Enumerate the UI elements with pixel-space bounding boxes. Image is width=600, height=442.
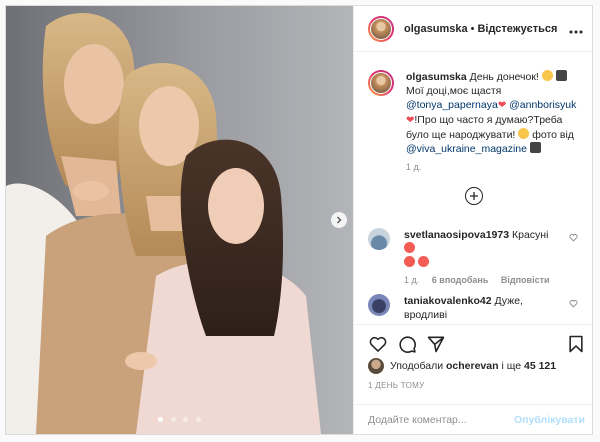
author-avatar[interactable] (368, 15, 394, 42)
author-username[interactable]: olgasumska (404, 23, 468, 35)
save-button[interactable] (566, 334, 586, 359)
caption-text: olgasumska День донечок! Мої доці,моє ща… (406, 70, 580, 156)
plus-circle-icon (470, 192, 478, 200)
caption-username[interactable]: olgasumska (406, 71, 467, 83)
comment-item: taniakovalenko42 Дуже, вродливі (368, 294, 580, 322)
heart-eyes-emoji-icon (404, 242, 415, 253)
post-caption: olgasumska День донечок! Мої доці,моє ща… (368, 70, 580, 172)
red-heart-icon: ❤ (497, 100, 507, 111)
comment-meta: 1 д. 6 вподобань Відповісти (404, 275, 580, 285)
comment-icon (399, 336, 416, 353)
post-timestamp: 1 ДЕНЬ ТОМУ (368, 381, 425, 390)
liker-username[interactable]: ocherevan (446, 360, 499, 372)
carousel-dot (170, 417, 176, 422)
camera-emoji-icon (529, 142, 541, 153)
like-button[interactable] (368, 334, 388, 359)
post-side-panel: olgasumska • Відстежується olgasumska Де… (353, 6, 592, 434)
heart-outline-icon (569, 234, 578, 242)
carousel-dot (183, 417, 189, 422)
mention-link[interactable]: @tonya_papernaya (406, 99, 498, 111)
chevron-right-icon (337, 216, 342, 224)
heart-eyes-emoji-icon (404, 256, 415, 267)
load-more-comments-button[interactable] (465, 187, 483, 205)
heart-icon (369, 336, 387, 352)
comment-likes-count[interactable]: 6 вподобань (432, 275, 489, 285)
commenter-avatar[interactable] (368, 294, 390, 316)
share-button[interactable] (426, 334, 446, 359)
carousel-indicator (6, 409, 353, 427)
more-options-button[interactable] (569, 22, 583, 36)
comment-like-button[interactable] (569, 299, 578, 311)
likes-prefix: Уподобали (390, 360, 444, 372)
header-separator: • (470, 22, 475, 35)
woman-emoji-icon (555, 70, 567, 81)
caption-author-avatar[interactable] (368, 70, 394, 96)
liker-avatar[interactable] (368, 358, 384, 374)
heart-outline-icon (569, 300, 578, 308)
add-comment-bar: Опублікувати (354, 404, 592, 434)
mention-link[interactable]: @annborisyuk (509, 99, 576, 111)
commenter-avatar[interactable] (368, 228, 390, 250)
publish-button[interactable]: Опублікувати (514, 414, 585, 426)
cat-emoji-icon (518, 128, 530, 139)
comment-body: taniakovalenko42 Дуже, вродливі (404, 294, 580, 322)
comment-like-button[interactable] (569, 233, 578, 245)
share-icon (427, 336, 445, 353)
caption-line-4: фото від (532, 129, 574, 141)
carousel-dot (158, 417, 164, 422)
caption-line-2: Мої доці,моє щастя (406, 85, 502, 97)
caption-time: 1 д. (406, 162, 422, 172)
commenter-username[interactable]: taniakovalenko42 (404, 295, 492, 307)
bookmark-icon (569, 335, 583, 353)
comment-body: svetlanaosipova1973 Красуні (404, 228, 580, 270)
mention-link[interactable]: @viva_ukraine_magazine (406, 143, 527, 155)
comment-item: svetlanaosipova1973 Красуні 1 д. 6 вподо… (368, 228, 580, 285)
follow-button[interactable]: Відстежується (477, 23, 557, 35)
family-portrait-image (6, 6, 353, 434)
reply-button[interactable]: Відповісти (501, 275, 550, 285)
smiling-emoji-icon (541, 70, 553, 81)
comment-input[interactable] (368, 413, 514, 426)
more-icon (569, 30, 583, 33)
post-header: olgasumska • Відстежується (354, 6, 592, 52)
commenter-username[interactable]: svetlanaosipova1973 (404, 229, 509, 241)
likes-connector: і ще (501, 360, 522, 372)
instagram-post: olgasumska • Відстежується olgasumska Де… (5, 5, 593, 435)
caption-line-1: День донечок! (469, 71, 539, 83)
post-photo[interactable] (6, 6, 353, 434)
carousel-next-button[interactable] (331, 212, 347, 228)
carousel-dot (195, 417, 201, 422)
likes-summary: Уподобали ocherevan і ще 45 121 (368, 358, 556, 374)
comment-text: Красуні (511, 229, 549, 241)
comment-time: 1 д. (404, 275, 420, 285)
comment-button[interactable] (397, 334, 417, 359)
likes-count[interactable]: 45 121 (524, 360, 556, 372)
heart-eyes-emoji-icon (417, 256, 429, 267)
